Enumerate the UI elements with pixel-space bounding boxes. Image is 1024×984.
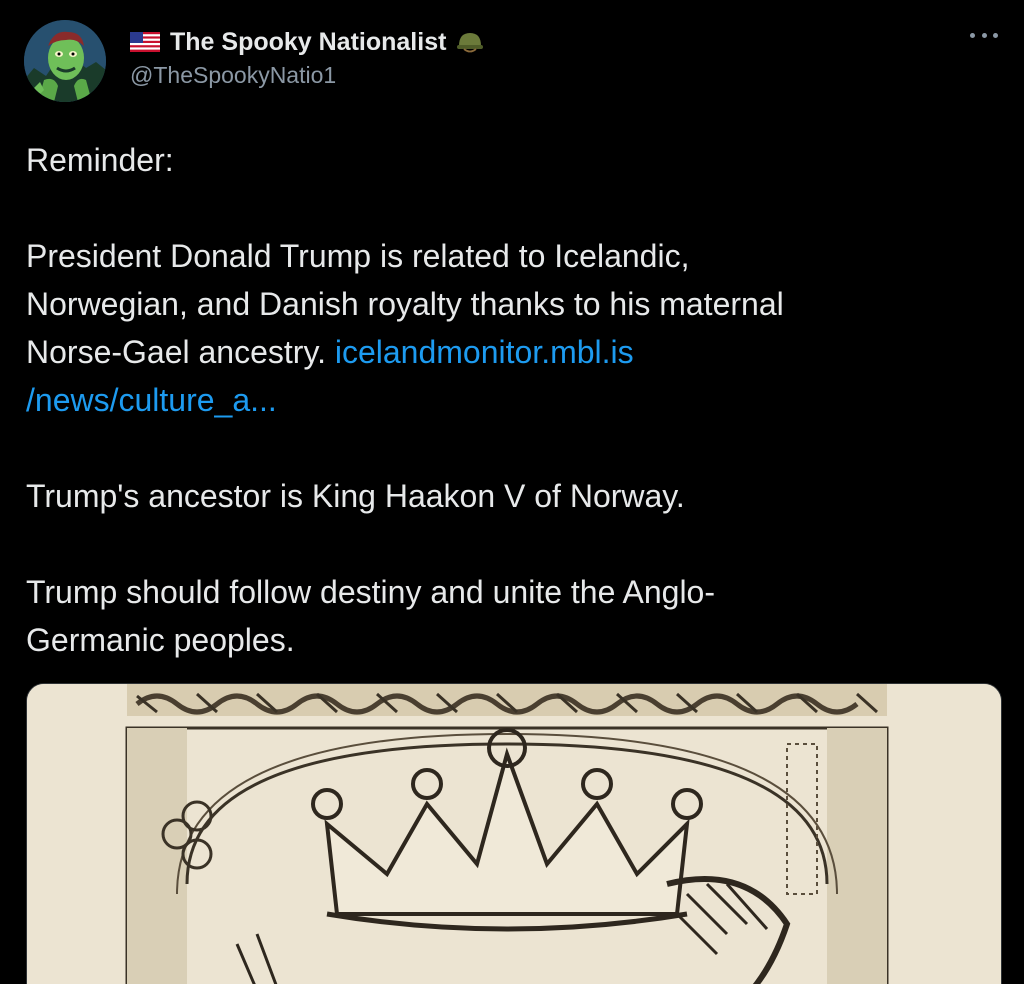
tweet-media-image[interactable] xyxy=(26,683,1002,984)
tweet-header: The Spooky Nationalist @TheSpookyNatio1 xyxy=(24,20,1000,104)
tweet-text: Reminder: President Donald Trump is rela… xyxy=(26,136,986,664)
green-ghoul-avatar-icon xyxy=(24,20,106,102)
dot-icon xyxy=(981,32,987,38)
tweet-container: The Spooky Nationalist @TheSpookyNatio1 … xyxy=(0,0,1024,984)
tweet-link[interactable]: icelandmonitor.mbl.is xyxy=(335,334,634,370)
more-options-icon[interactable] xyxy=(970,28,998,42)
avatar[interactable] xyxy=(24,20,106,102)
display-name[interactable]: The Spooky Nationalist xyxy=(170,28,446,57)
dot-icon xyxy=(970,32,975,38)
tweet-line: Trump should follow destiny and unite th… xyxy=(26,574,715,610)
tweet-link-continued[interactable]: /news/culture_a... xyxy=(26,382,277,418)
author-handle[interactable]: @TheSpookyNatio1 xyxy=(130,62,484,89)
engraving-crowned-king-image xyxy=(27,684,1001,984)
tweet-line: Norwegian, and Danish royalty thanks to … xyxy=(26,286,784,322)
display-name-row[interactable]: The Spooky Nationalist xyxy=(130,26,484,58)
tweet-text-segment: Norse-Gael ancestry. xyxy=(26,334,326,370)
dot-icon xyxy=(993,32,998,38)
tweet-line: Germanic peoples. xyxy=(26,622,295,658)
tweet-line: Reminder: xyxy=(26,142,174,178)
military-helmet-icon xyxy=(457,33,484,53)
tweet-line: Trump's ancestor is King Haakon V of Nor… xyxy=(26,478,685,514)
tweet-line: Norse-Gael ancestry. icelandmonitor.mbl.… xyxy=(26,328,986,376)
tweet-line: President Donald Trump is related to Ice… xyxy=(26,238,690,274)
author-names: The Spooky Nationalist @TheSpookyNatio1 xyxy=(130,26,484,89)
tweet-line: /news/culture_a... xyxy=(26,376,986,424)
us-flag-icon xyxy=(130,32,160,52)
